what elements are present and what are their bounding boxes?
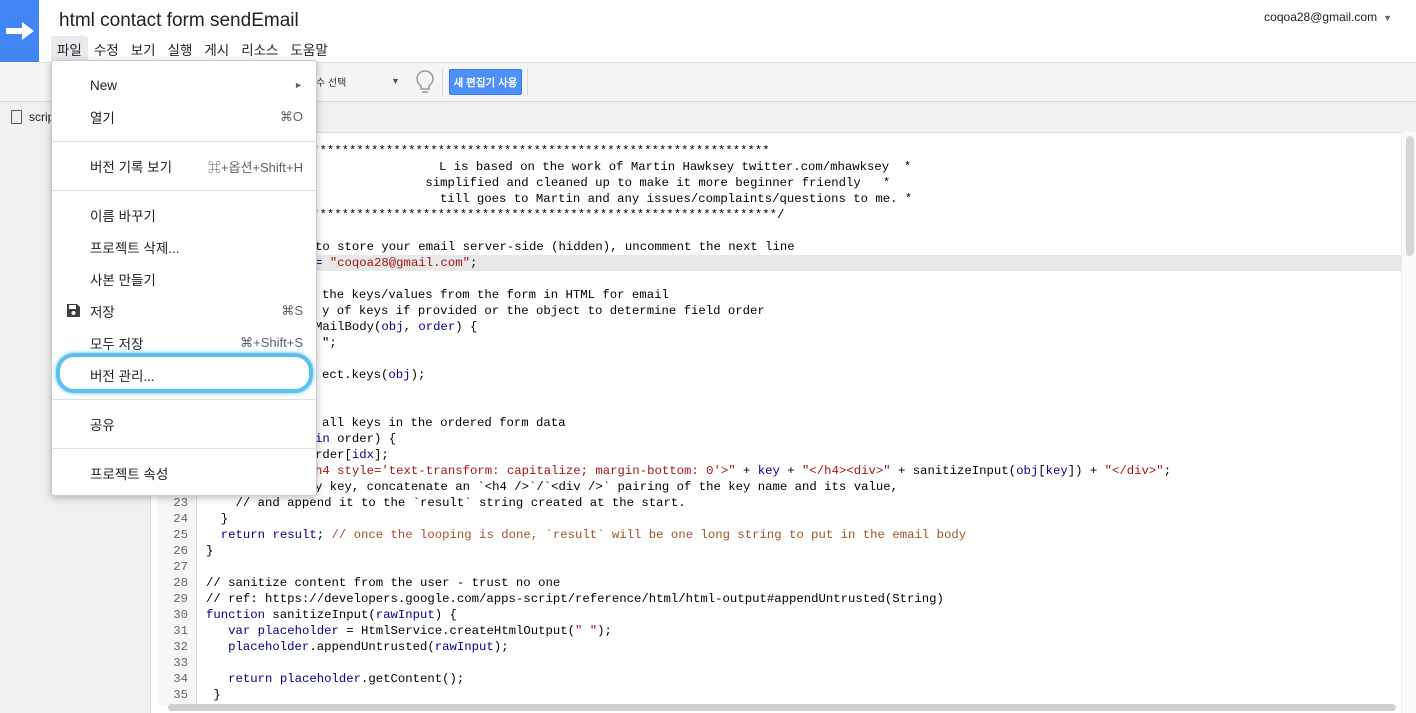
menu-resources[interactable]: 리소스 [235, 36, 284, 60]
code-line: till goes to Martin and any issues/compl… [440, 192, 913, 206]
menu-item-label: New [90, 77, 118, 93]
function-select-caret-icon[interactable]: ▼ [391, 76, 400, 86]
menu-item-shortcut: ⌘S [281, 303, 303, 318]
apps-script-logo[interactable] [0, 0, 39, 62]
menu-separator [52, 141, 316, 142]
code-line: rder[idx]; [315, 448, 389, 462]
menu-edit[interactable]: 수정 [88, 36, 125, 60]
account-email: coqoa28@gmail.com [1264, 10, 1378, 24]
menu-item-share[interactable]: 공유 [52, 408, 318, 440]
submenu-arrow-icon: ► [294, 80, 303, 90]
menu-item-label: 프로젝트 속성 [90, 467, 169, 482]
menu-item-version-history[interactable]: 버전 기록 보기 ⌘+옵션+Shift+H [52, 150, 318, 182]
code-line: 26} [173, 544, 214, 558]
code-line: ect.keys(obj); [322, 368, 426, 382]
menu-item-open[interactable]: 열기 ⌘O [52, 101, 318, 133]
code-line: 32 placeholder.appendUntrusted(rawInput)… [173, 640, 509, 654]
menu-item-label: 열기 [90, 111, 115, 126]
horizontal-scrollbar[interactable] [168, 704, 1396, 711]
menu-run[interactable]: 실행 [162, 36, 199, 60]
code-line: ****************************************… [290, 144, 770, 158]
menu-item-label: 저장 [90, 305, 115, 320]
code-line: the keys/values from the form in HTML fo… [322, 288, 669, 302]
function-select[interactable]: 수 선택 [316, 74, 346, 89]
code-line: y key, concatenate an `<h4 />`/`<div />`… [315, 480, 898, 494]
code-line: "; [322, 336, 337, 350]
toolbar-separator [527, 68, 528, 96]
menu-item-delete-project[interactable]: 프로젝트 삭제... [52, 231, 318, 263]
menubar: 파일 수정 보기 실행 게시 리소스 도움말 [51, 36, 334, 60]
code-line: h4 style='text-transform: capitalize; ma… [315, 464, 1172, 478]
menu-item-shortcut: ⌘O [279, 109, 303, 124]
save-icon [67, 304, 80, 317]
project-title[interactable]: html contact form sendEmail [59, 10, 299, 32]
menu-item-label: 모두 저장 [90, 337, 144, 352]
menu-item-label: 버전 기록 보기 [90, 160, 173, 175]
code-line: 29// ref: https://developers.google.com/… [173, 592, 944, 606]
menu-item-make-copy[interactable]: 사본 만들기 [52, 263, 318, 295]
menu-publish[interactable]: 게시 [198, 36, 235, 60]
menu-item-label: 프로젝트 삭제... [90, 241, 180, 256]
code-line: 30 function sanitizeInput(rawInput) { [173, 608, 457, 622]
code-line: 28// sanitize content from the user - tr… [173, 576, 561, 590]
menu-file[interactable]: 파일 [51, 36, 88, 60]
menu-item-label: 이름 바꾸기 [90, 209, 156, 224]
code-line: simplified and cleaned up to make it mor… [418, 176, 891, 190]
code-line: 27 [173, 560, 188, 574]
menu-item-project-properties[interactable]: 프로젝트 속성 [52, 457, 318, 489]
code-line: 34 return placeholder.getContent(); [173, 672, 465, 686]
account-menu[interactable]: coqoa28@gmail.com ▼ [1264, 10, 1392, 24]
new-editor-button[interactable]: 새 편집기 사용 [449, 69, 522, 95]
code-line: 23 // and append it to the `result` stri… [173, 496, 686, 510]
code-line: 25 return result; // once the looping is… [173, 528, 967, 542]
menu-help[interactable]: 도움말 [284, 36, 333, 60]
code-line: 24 } [173, 512, 229, 526]
menu-item-label: 공유 [90, 418, 115, 433]
menu-item-shortcut: ⌘+옵션+Shift+H [207, 159, 303, 175]
menu-item-save[interactable]: 저장 ⌘S [52, 295, 318, 327]
menu-item-label: 사본 만들기 [90, 273, 156, 288]
code-line: in order) { [315, 432, 397, 446]
menu-separator [52, 190, 316, 191]
code-line: y of keys if provided or the object to d… [322, 304, 765, 318]
menu-item-rename[interactable]: 이름 바꾸기 [52, 199, 318, 231]
code-line: MailBody(obj, order) { [315, 320, 478, 334]
menu-view[interactable]: 보기 [125, 36, 162, 60]
lightbulb-icon[interactable] [413, 68, 437, 96]
file-icon [11, 110, 22, 124]
menu-separator [52, 448, 316, 449]
code-line: 35 } [173, 688, 221, 702]
toolbar-separator [442, 68, 443, 96]
chevron-down-icon: ▼ [1383, 13, 1392, 23]
menu-item-new[interactable]: New ► [52, 69, 318, 101]
code-line: all keys in the ordered form data [322, 416, 566, 430]
code-lines[interactable]: ****************************************… [158, 143, 1402, 703]
code-line: L is based on the work of Martin Hawksey… [439, 160, 912, 174]
menu-item-shortcut: ⌘+Shift+S [240, 335, 303, 350]
code-line: 33 [173, 656, 188, 670]
vertical-scrollbar-thumb[interactable] [1406, 136, 1414, 256]
code-line: ****************************************… [290, 208, 785, 222]
highlight-annotation-ring [56, 353, 313, 393]
code-line-active: = "coqoa28@gmail.com"; [158, 255, 1402, 271]
code-line: to store your email server-side (hidden)… [315, 240, 795, 254]
arrow-right-icon [5, 22, 34, 40]
file-menu-dropdown: New ► 열기 ⌘O 버전 기록 보기 ⌘+옵션+Shift+H 이름 바꾸기… [51, 60, 317, 496]
code-line: 31 var placeholder = HtmlService.createH… [173, 624, 612, 638]
editor-tab-row [150, 102, 1416, 133]
menu-separator [52, 399, 316, 400]
